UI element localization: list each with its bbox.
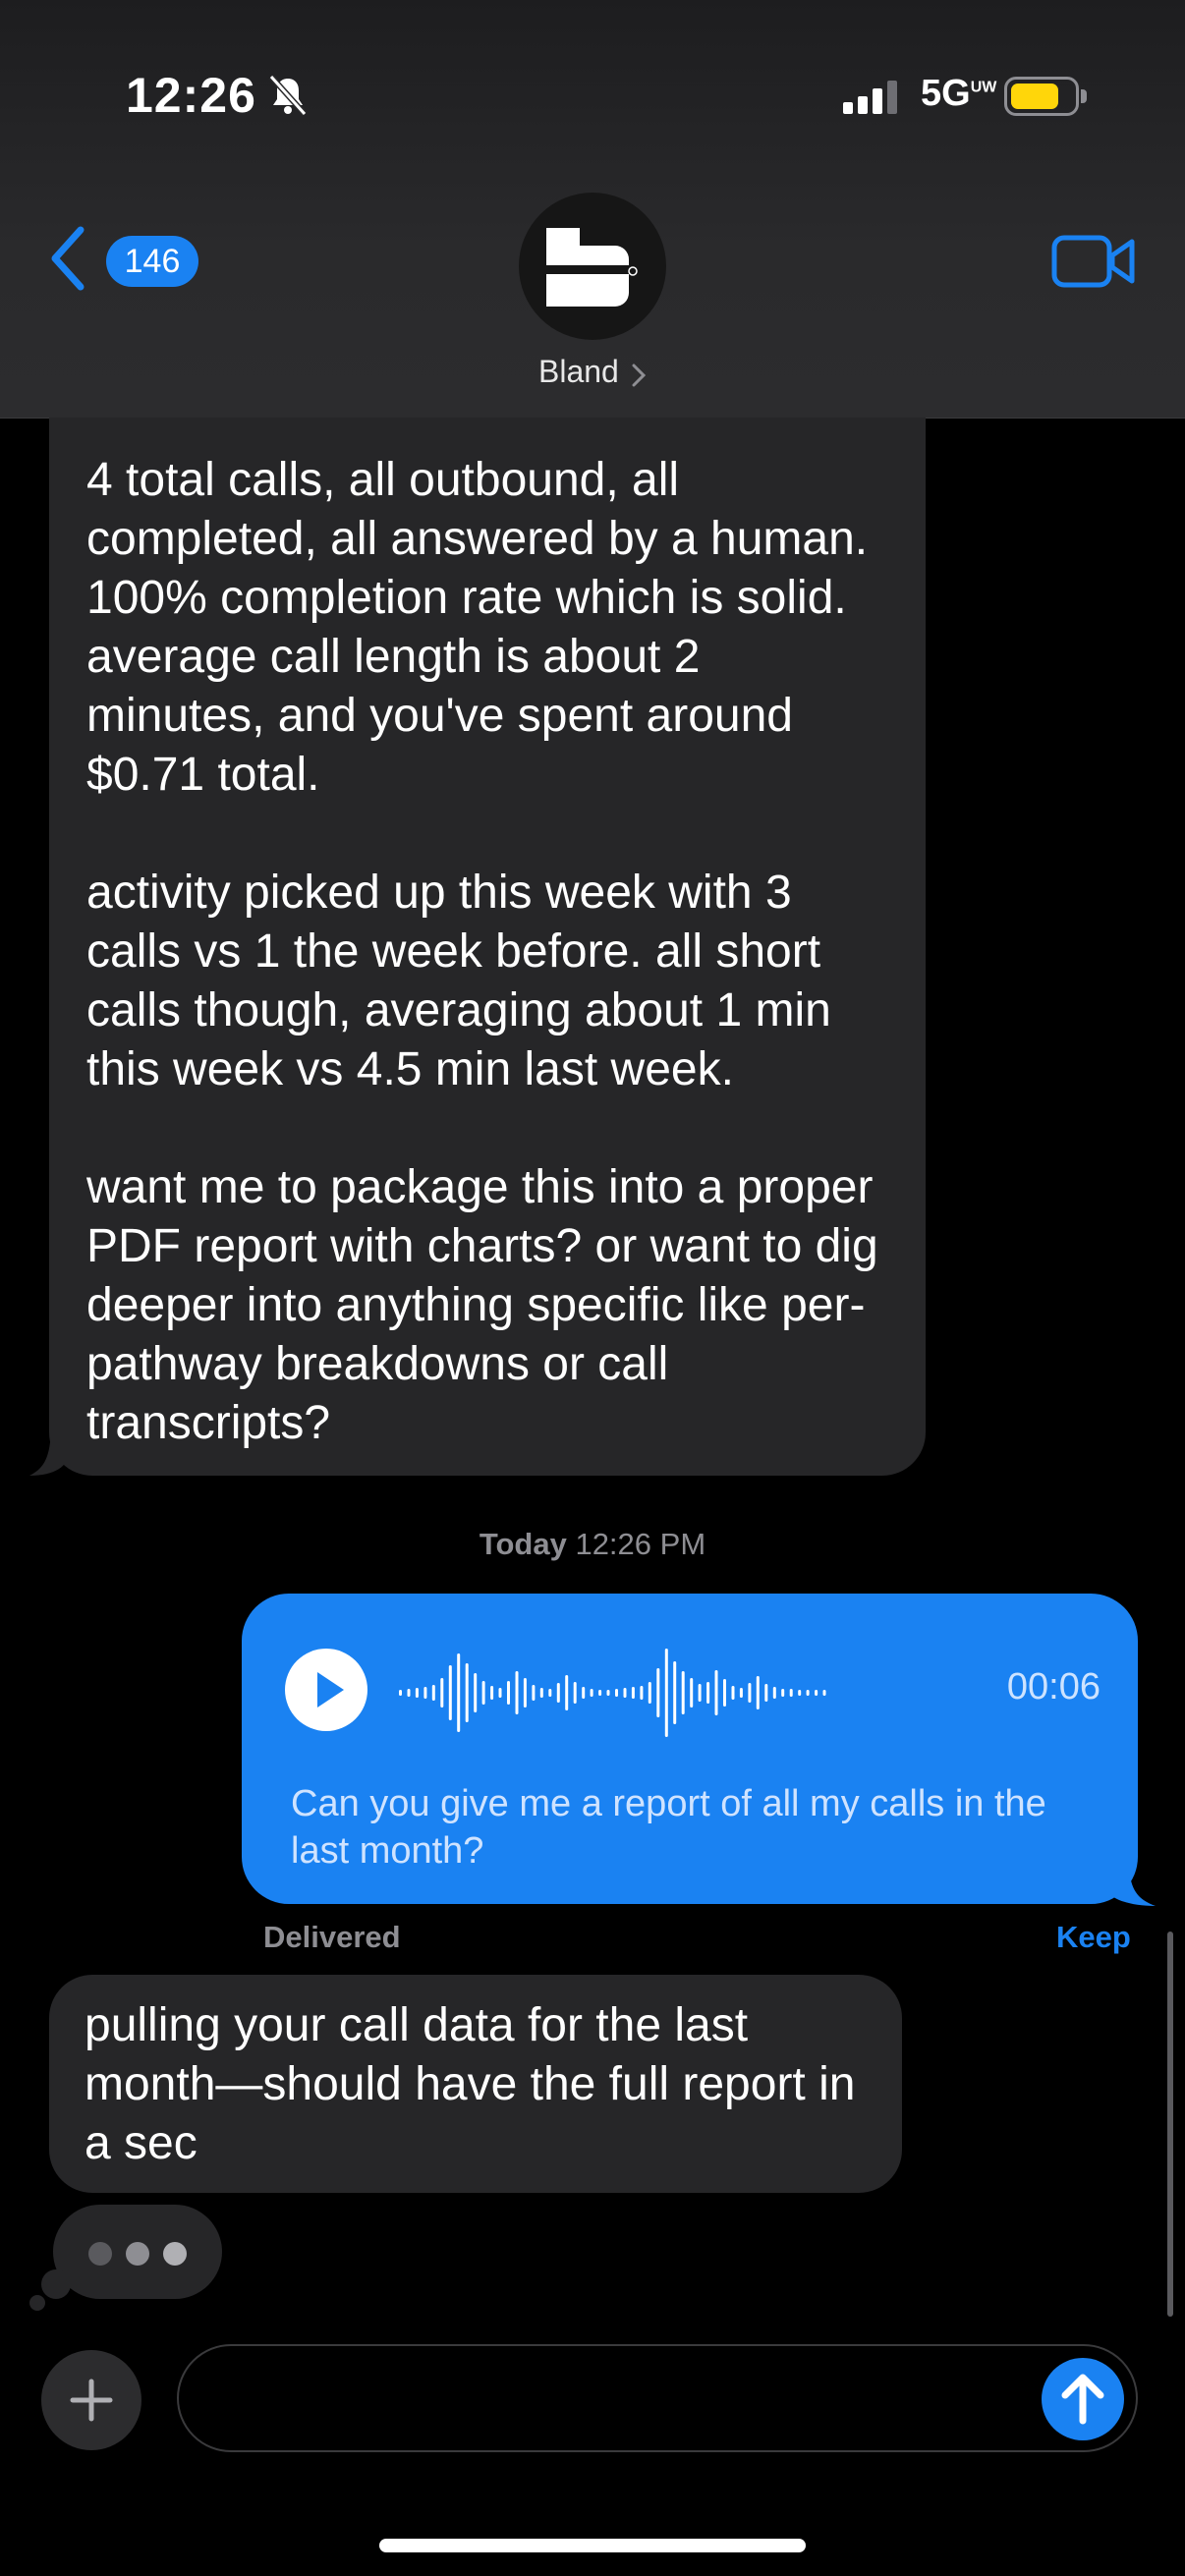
- delivered-status: Delivered: [263, 1920, 401, 1954]
- waveform-bar: [407, 1689, 411, 1697]
- waveform-bar: [440, 1678, 444, 1708]
- keep-button[interactable]: Keep: [1056, 1920, 1131, 1955]
- waveform-bar: [640, 1686, 644, 1700]
- chevron-right-icon[interactable]: [629, 362, 649, 389]
- play-icon: [317, 1672, 344, 1708]
- bubble-tail: [1102, 1847, 1156, 1906]
- conversation-header: 12:26 5GUW 146 Bland: [0, 0, 1185, 419]
- waveform-bar: [764, 1684, 768, 1702]
- waveform-bar: [664, 1649, 668, 1737]
- add-attachment-button[interactable]: [41, 2350, 141, 2450]
- voice-transcript: Can you give me a report of all my calls…: [291, 1783, 1046, 1872]
- unread-count-badge[interactable]: 146: [106, 236, 198, 287]
- contact-name[interactable]: Bland: [538, 354, 619, 390]
- back-chevron-icon[interactable]: [47, 224, 86, 293]
- waveform-bar: [698, 1684, 702, 1702]
- bland-logo-icon: [546, 228, 639, 307]
- home-indicator[interactable]: [379, 2539, 806, 2552]
- message-paragraph: activity picked up this week with 3 call…: [86, 867, 831, 1095]
- waveform-bar: [772, 1687, 776, 1699]
- waveform-bar: [798, 1690, 802, 1696]
- message-timestamp: Today 12:26 PM: [479, 1527, 706, 1561]
- incoming-message-reply[interactable]: pulling your call data for the last mont…: [49, 1975, 902, 2193]
- arrow-up-icon: [1061, 2374, 1104, 2425]
- waveform-bar: [781, 1689, 785, 1697]
- waveform-bar: [573, 1682, 577, 1704]
- waveform-bar: [565, 1675, 569, 1710]
- waveform-bar: [498, 1688, 502, 1698]
- waveform-bar: [748, 1683, 752, 1703]
- waveform-bar: [806, 1690, 810, 1696]
- waveform-bar: [656, 1668, 660, 1717]
- waveform-bar: [515, 1671, 519, 1714]
- play-button[interactable]: [285, 1649, 367, 1731]
- waveform-bar: [648, 1682, 651, 1704]
- waveform-bar: [399, 1690, 402, 1696]
- voice-duration: 00:06: [1006, 1666, 1100, 1708]
- typing-indicator-tail: [41, 2269, 71, 2299]
- waveform-bar: [706, 1682, 710, 1704]
- outgoing-voice-message[interactable]: 00:06 Can you give me a report of all my…: [242, 1594, 1138, 1904]
- typing-indicator-tail: [29, 2295, 45, 2311]
- waveform-bar: [590, 1689, 593, 1697]
- waveform-bar: [822, 1690, 826, 1696]
- waveform-bar: [606, 1690, 610, 1696]
- waveform-bar: [415, 1688, 419, 1698]
- waveform-bar: [673, 1661, 677, 1724]
- waveform-bar: [532, 1685, 536, 1701]
- waveform-bar: [756, 1676, 760, 1709]
- waveform-bar: [789, 1689, 793, 1697]
- contact-avatar[interactable]: [519, 193, 666, 340]
- waveform-bar: [723, 1679, 726, 1707]
- typing-indicator: [53, 2205, 222, 2299]
- facetime-video-icon[interactable]: [1051, 234, 1136, 289]
- battery-cap: [1081, 89, 1087, 103]
- cellular-signal-icon: [843, 81, 902, 114]
- waveform-bar: [474, 1673, 478, 1712]
- waveform-bar: [431, 1685, 435, 1701]
- waveform-bar: [523, 1678, 527, 1708]
- battery-icon: [1004, 77, 1079, 116]
- waveform-bar: [731, 1686, 735, 1700]
- status-time: 12:26: [126, 68, 256, 123]
- audio-waveform[interactable]: [399, 1639, 831, 1747]
- message-paragraph: 4 total calls, all outbound, all complet…: [86, 454, 869, 801]
- waveform-bar: [631, 1687, 635, 1699]
- waveform-bar: [490, 1686, 494, 1700]
- waveform-bar: [539, 1688, 543, 1698]
- waveform-bar: [690, 1678, 694, 1708]
- bubble-tail: [29, 1423, 69, 1476]
- scrollbar[interactable]: [1167, 1932, 1173, 2317]
- waveform-bar: [548, 1689, 552, 1697]
- message-text: pulling your call data for the last mont…: [85, 1999, 856, 2169]
- waveform-bar: [598, 1690, 602, 1696]
- waveform-bar: [507, 1681, 510, 1705]
- incoming-message-summary[interactable]: 4 total calls, all outbound, all complet…: [49, 418, 926, 1476]
- waveform-bar: [623, 1688, 627, 1698]
- network-type: 5GUW: [921, 73, 997, 114]
- waveform-bar: [681, 1671, 685, 1714]
- bell-slash-icon: [268, 74, 308, 117]
- plus-icon: [70, 2379, 113, 2422]
- waveform-bar: [615, 1689, 618, 1697]
- message-paragraph: want me to package this into a proper PD…: [86, 1161, 878, 1449]
- waveform-bar: [582, 1687, 586, 1699]
- waveform-bar: [815, 1690, 818, 1696]
- waveform-bar: [448, 1665, 452, 1720]
- waveform-bar: [739, 1688, 743, 1698]
- message-input[interactable]: [177, 2344, 1138, 2452]
- waveform-bar: [423, 1687, 427, 1699]
- waveform-bar: [457, 1653, 461, 1732]
- waveform-bar: [465, 1663, 469, 1722]
- waveform-bar: [714, 1670, 718, 1715]
- waveform-bar: [556, 1683, 560, 1703]
- send-button[interactable]: [1042, 2358, 1124, 2440]
- waveform-bar: [481, 1681, 485, 1705]
